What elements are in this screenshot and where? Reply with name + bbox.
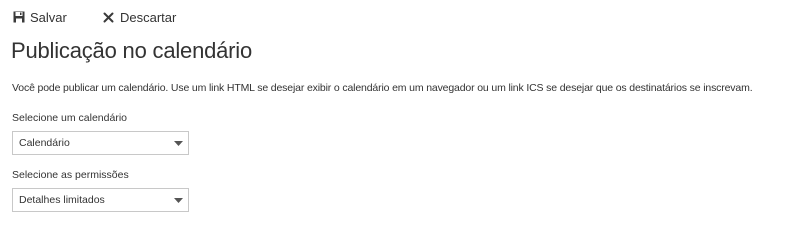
page-description: Você pode publicar um calendário. Use um… — [12, 82, 753, 94]
calendar-select[interactable]: Calendário — [12, 131, 189, 155]
calendar-select-value: Calendário — [19, 137, 70, 149]
page-title: Publicação no calendário — [11, 38, 253, 63]
chevron-down-icon — [168, 197, 188, 203]
save-button[interactable]: Salvar — [12, 8, 67, 26]
permissions-select[interactable]: Detalhes limitados — [12, 188, 189, 212]
permissions-select-label: Selecione as permissões — [12, 169, 129, 181]
save-label: Salvar — [30, 9, 67, 25]
close-icon — [102, 11, 115, 24]
discard-button[interactable]: Descartar — [102, 8, 176, 26]
calendar-select-label: Selecione um calendário — [12, 112, 127, 124]
command-bar: Salvar Descartar — [0, 0, 798, 32]
chevron-down-icon — [168, 140, 188, 146]
save-icon — [12, 11, 25, 24]
discard-label: Descartar — [120, 9, 177, 25]
permissions-select-value: Detalhes limitados — [19, 194, 105, 206]
